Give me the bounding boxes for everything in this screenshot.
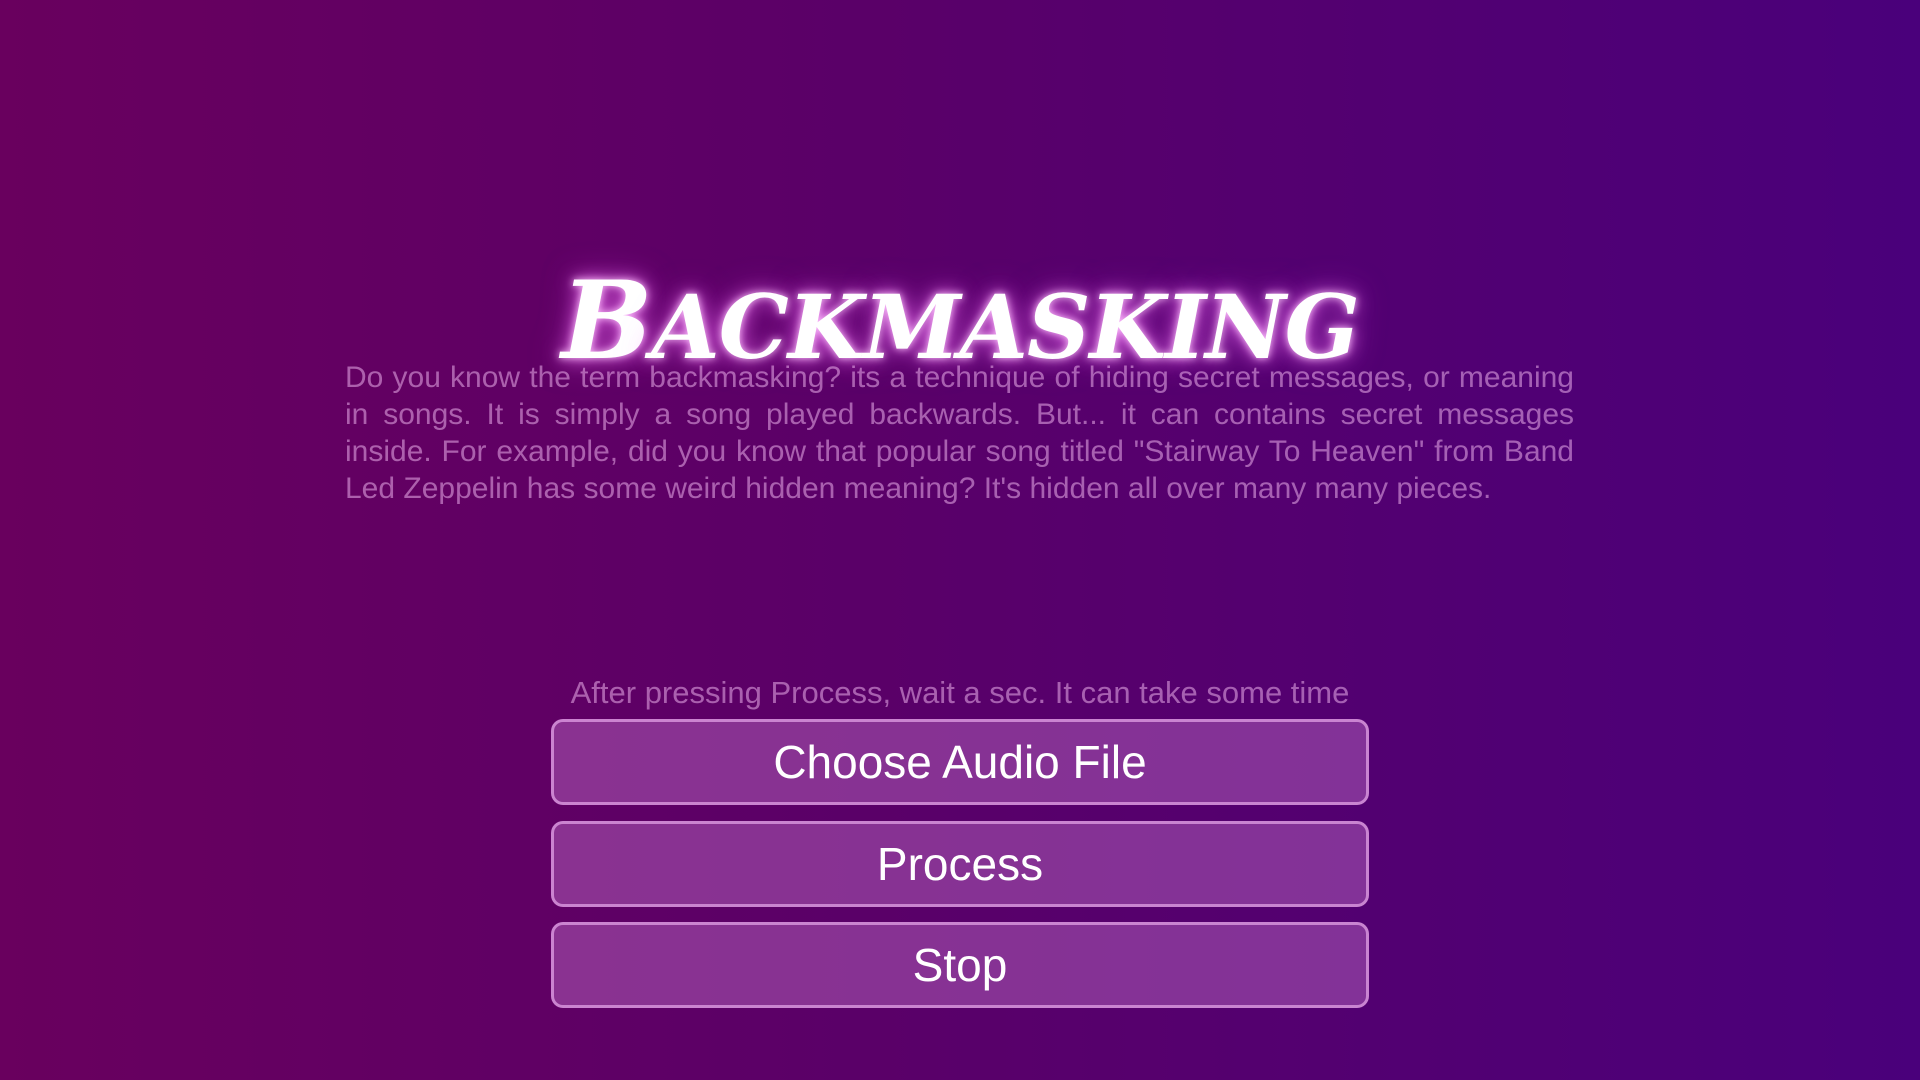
choose-audio-file-button[interactable]: Choose Audio File: [551, 719, 1369, 805]
stop-button[interactable]: Stop: [551, 922, 1369, 1008]
intro-paragraph: Do you know the term backmasking? its a …: [345, 361, 1574, 505]
processing-hint: After pressing Process, wait a sec. It c…: [570, 675, 1350, 710]
process-button[interactable]: Process: [551, 821, 1369, 907]
